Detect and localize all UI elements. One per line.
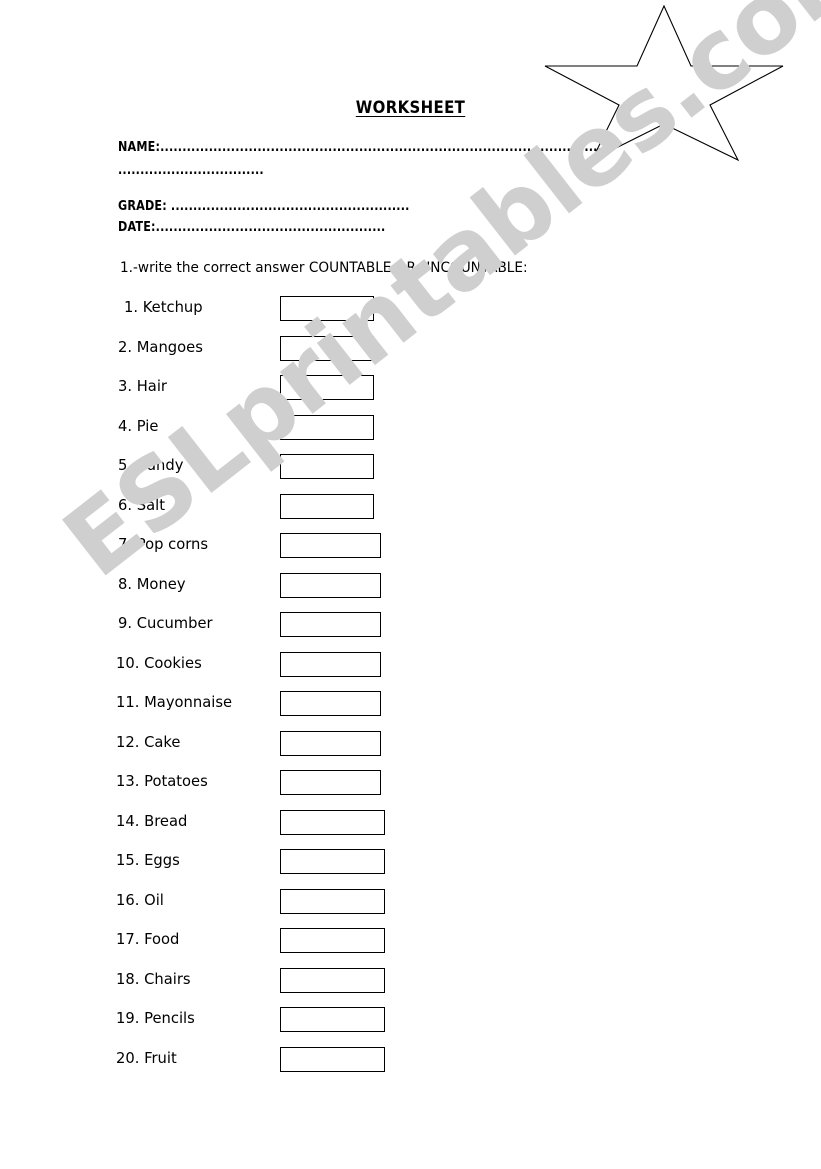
answer-input-box[interactable]: [280, 849, 385, 874]
page-title: WORKSHEET: [355, 98, 466, 118]
exercise-item-list: 1. Ketchup 2. Mangoes 3. Hair 4. Pie 5. Cand…: [0, 296, 821, 1086]
exercise-item-row: 17. Food: [0, 928, 821, 968]
exercise-item-row: 2. Mangoes: [0, 335, 821, 376]
answer-input-box[interactable]: [280, 612, 381, 637]
exercise-item-label: 5. Candy: [118, 456, 184, 474]
exercise-item-label: 11. Mayonnaise: [116, 693, 233, 711]
exercise-item-row: 8. Money: [0, 572, 821, 613]
name-field-label[interactable]: NAME:...................................…: [118, 140, 606, 155]
exercise-item-label: 10. Cookies: [116, 653, 202, 672]
exercise-item-row: 18. Chairs: [0, 967, 821, 1008]
exercise-item-label: 4. Pie: [118, 416, 159, 435]
exercise-item-row: 14. Bread: [0, 809, 821, 850]
exercise-item-label: 1. Ketchup: [124, 298, 203, 316]
exercise-item-row: 19. Pencils: [0, 1007, 821, 1047]
answer-input-box[interactable]: [280, 335, 374, 361]
exercise-item-label: 13. Potatoes: [116, 772, 208, 790]
answer-input-box[interactable]: [280, 691, 381, 716]
worksheet-page: ESLprintables.com WORKSHEET NAME:.......…: [0, 0, 821, 1169]
exercise-item-row: 11. Mayonnaise: [0, 691, 821, 731]
exercise-item-label: 12. Cake: [116, 732, 181, 751]
exercise-item-row: 3. Hair: [0, 375, 821, 415]
name-field-continuation[interactable]: .................................: [118, 163, 264, 178]
answer-input-box[interactable]: [280, 730, 381, 756]
exercise-item-label: 9. Cucumber: [118, 614, 213, 632]
exercise-item-row: 12. Cake: [0, 730, 821, 771]
grade-field-label[interactable]: GRADE: .................................…: [118, 199, 410, 214]
exercise-item-label: 14. Bread: [116, 811, 188, 830]
exercise-item-row: 13. Potatoes: [0, 770, 821, 810]
answer-input-box[interactable]: [280, 375, 374, 400]
exercise-item-label: 3. Hair: [118, 377, 167, 395]
exercise-item-label: 17. Food: [116, 930, 180, 948]
exercise-item-label: 19. Pencils: [116, 1009, 195, 1027]
exercise-item-row: 9. Cucumber: [0, 612, 821, 652]
answer-input-box[interactable]: [280, 967, 385, 993]
instruction-text: 1.-write the correct answer COUNTABLE OR…: [120, 260, 528, 276]
exercise-item-label: 16. Oil: [116, 890, 164, 909]
exercise-item-label: 18. Chairs: [116, 969, 191, 988]
answer-input-box[interactable]: [280, 414, 374, 440]
answer-input-box[interactable]: [280, 1046, 385, 1072]
exercise-item-label: 6. Salt: [118, 495, 165, 514]
answer-input-box[interactable]: [280, 296, 374, 321]
answer-input-box[interactable]: [280, 1007, 385, 1032]
exercise-item-row: 6. Salt: [0, 493, 821, 534]
answer-input-box[interactable]: [280, 454, 374, 479]
exercise-item-label: 15. Eggs: [116, 851, 180, 869]
exercise-item-row: 15. Eggs: [0, 849, 821, 889]
date-field-label[interactable]: DATE:...................................…: [118, 220, 385, 235]
answer-input-box[interactable]: [280, 928, 385, 953]
answer-input-box[interactable]: [280, 533, 381, 558]
exercise-item-row: 1. Ketchup: [0, 296, 821, 336]
answer-input-box[interactable]: [280, 651, 381, 677]
exercise-item-label: 8. Money: [118, 574, 186, 593]
exercise-item-row: 5. Candy: [0, 454, 821, 494]
exercise-item-label: 20. Fruit: [116, 1048, 177, 1067]
answer-input-box[interactable]: [280, 770, 381, 795]
exercise-item-row: 4. Pie: [0, 414, 821, 455]
exercise-item-row: 16. Oil: [0, 888, 821, 929]
exercise-item-row: 7. Pop corns: [0, 533, 821, 573]
exercise-item-label: 2. Mangoes: [118, 337, 203, 356]
exercise-item-row: 10. Cookies: [0, 651, 821, 692]
exercise-item-row: 20. Fruit: [0, 1046, 821, 1087]
answer-input-box[interactable]: [280, 888, 385, 914]
answer-input-box[interactable]: [280, 809, 385, 835]
exercise-item-label: 7. Pop corns: [118, 535, 209, 553]
answer-input-box[interactable]: [280, 493, 374, 519]
answer-input-box[interactable]: [280, 572, 381, 598]
